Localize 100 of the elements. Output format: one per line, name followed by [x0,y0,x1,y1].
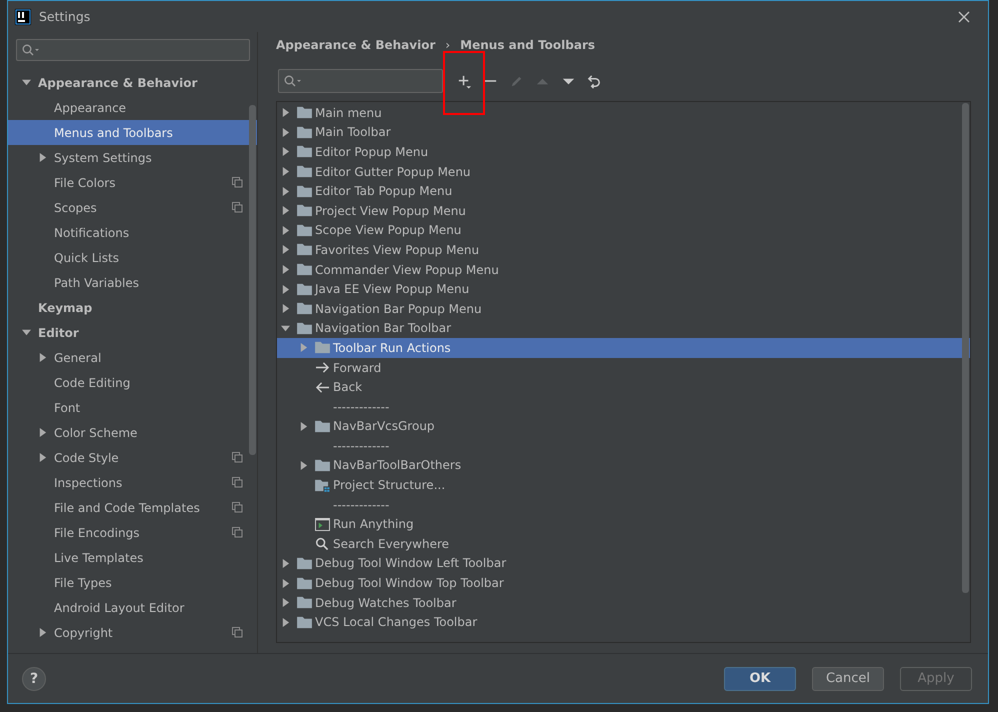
scrollbar-thumb[interactable] [962,103,969,593]
settings-item[interactable]: Notifications [8,220,257,245]
settings-item[interactable]: Copyright [8,620,257,645]
scrollbar-thumb[interactable] [249,105,256,455]
help-button[interactable]: ? [22,666,46,690]
folder-icon [297,224,312,237]
expand-arrow-icon[interactable] [38,453,47,462]
tree-item[interactable]: Editor Popup Menu [277,142,970,162]
settings-item[interactable]: Menus and Toolbars [8,120,257,145]
tree-item[interactable]: Debug Tool Window Left Toolbar [277,554,970,574]
tree-item[interactable]: Debug Watches Toolbar [277,592,970,612]
expand-arrow-icon[interactable] [299,460,308,470]
tree-item[interactable]: Favorites View Popup Menu [277,240,970,260]
tree-item[interactable]: Navigation Bar Popup Menu [277,298,970,319]
tree-item[interactable]: Search Everywhere [277,534,970,554]
tree-item[interactable]: NavBarToolBarOthers [277,456,970,476]
settings-item[interactable]: File Encodings [8,520,257,545]
breadcrumb-item[interactable]: Menus and Toolbars [460,38,596,52]
settings-item[interactable]: Appearance & Behavior [8,70,257,95]
settings-item[interactable]: Code Editing [8,370,257,395]
folder-icon [315,341,330,354]
run-window-icon [315,518,330,531]
expand-arrow-icon[interactable] [281,128,290,137]
tree-label: NavBarToolBarOthers [333,458,462,472]
app-logo-icon [15,8,31,24]
tree-item[interactable]: Forward [277,358,970,378]
tree-item[interactable]: Scope View Popup Menu [277,220,970,240]
separator-line: ------------- [333,438,390,453]
settings-item[interactable]: General [8,345,257,370]
search-icon [22,44,40,56]
search-field[interactable] [278,69,443,93]
tree-item[interactable]: Navigation Bar Toolbar [277,318,970,338]
expand-arrow-icon[interactable] [281,147,290,156]
breadcrumb-item[interactable]: Appearance & Behavior [276,38,436,52]
tree-item[interactable]: NavBarVcsGroup [277,416,970,436]
tree-item[interactable]: Main Toolbar [277,122,970,142]
tree-item[interactable]: Debug Tool Window Top Toolbar [277,573,970,593]
expand-arrow-icon[interactable] [38,628,47,637]
settings-item[interactable]: Code Style [8,445,257,470]
settings-item[interactable]: File and Code Templates [8,495,257,520]
expand-arrow-icon[interactable] [281,558,290,568]
tree-item[interactable]: Project View Popup Menu [277,200,970,221]
breadcrumb-separator: › [445,38,450,52]
expand-arrow-icon[interactable] [281,304,290,314]
search-field[interactable] [16,39,250,61]
settings-item[interactable]: Editor [8,320,257,345]
settings-item[interactable]: Appearance [8,95,257,120]
expand-arrow-icon[interactable] [281,206,290,216]
tree-item[interactable]: Run Anything [277,514,970,534]
settings-item[interactable]: Android Layout Editor [8,595,257,620]
tree-item[interactable]: Commander View Popup Menu [277,260,970,280]
settings-item[interactable]: File Types [8,570,257,595]
settings-item[interactable]: Inspections [8,470,257,495]
expand-arrow-icon[interactable] [22,78,31,87]
settings-item[interactable]: System Settings [8,145,257,170]
settings-item[interactable]: Quick Lists [8,245,257,270]
tree-item[interactable]: Editor Tab Popup Menu [277,181,970,201]
expand-arrow-icon[interactable] [281,186,290,196]
dialog-button[interactable]: OK [724,666,796,690]
folder-icon [297,576,312,590]
expand-arrow-icon[interactable] [22,328,31,337]
expand-arrow-icon[interactable] [281,226,290,235]
tree-item[interactable]: ------------- [277,436,970,456]
settings-item[interactable]: Live Templates [8,545,257,570]
expand-arrow-icon[interactable] [281,167,290,176]
expand-arrow-icon[interactable] [281,324,290,333]
expand-arrow-icon[interactable] [281,618,290,627]
tree-item[interactable]: VCS Local Changes Toolbar [277,612,970,632]
tree-item[interactable]: Toolbar Run Actions [277,338,970,358]
undo-arrow-icon [586,74,602,88]
dialog-button[interactable]: Cancel [812,666,884,690]
settings-item[interactable]: File Colors [8,170,257,195]
expand-arrow-icon[interactable] [281,598,290,608]
expand-arrow-icon[interactable] [281,265,290,274]
expand-arrow-icon[interactable] [38,428,47,437]
tree-item[interactable]: Project Structure... [277,475,970,495]
tree-item[interactable]: Java EE View Popup Menu [277,279,970,299]
close-icon[interactable] [958,10,970,22]
tree-label: Navigation Bar Toolbar [315,321,452,336]
tree-item[interactable]: Editor Gutter Popup Menu [277,162,970,182]
settings-item[interactable]: Keymap [8,295,257,320]
expand-arrow-icon[interactable] [38,353,47,362]
expand-arrow-icon[interactable] [38,153,47,162]
tree-item[interactable]: Back [277,377,970,397]
folder-icon [297,184,312,198]
tree-item[interactable]: ------------- [277,396,970,416]
expand-arrow-icon[interactable] [299,422,308,431]
folder-icon [297,556,312,570]
expand-arrow-icon[interactable] [281,578,290,588]
settings-item[interactable]: Color Scheme [8,420,257,445]
expand-arrow-icon[interactable] [281,284,290,294]
settings-item[interactable]: Scopes [8,195,257,220]
tree-item[interactable]: ------------- [277,494,970,514]
tree-label: Debug Tool Window Top Toolbar [315,576,504,590]
expand-arrow-icon[interactable] [281,245,290,254]
folder-icon [315,458,330,472]
settings-item[interactable]: Path Variables [8,270,257,295]
settings-item[interactable]: Font [8,395,257,420]
expand-arrow-icon[interactable] [281,108,290,118]
tree-item[interactable]: Main menu [277,103,970,123]
